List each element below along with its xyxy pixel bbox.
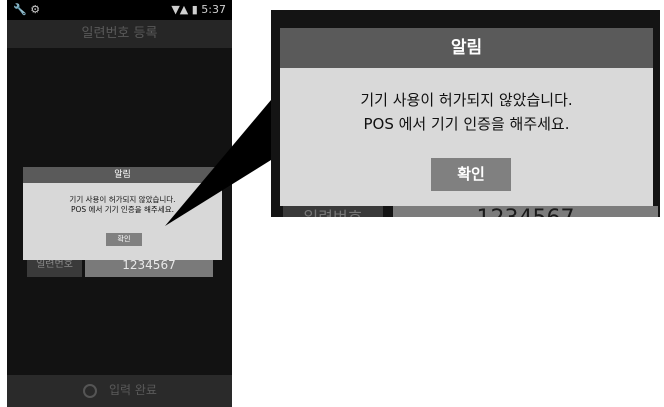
complete-input-button[interactable]: 입력 완료	[109, 381, 157, 398]
dialog-message-line1: 기기 사용이 허가되지 않았습니다.	[69, 195, 176, 204]
phone-screen: 🔧 ⚙ ▼▲ ▮ 5:37 일련번호 등록 일련번호 1234567 알림 기기…	[7, 0, 232, 407]
radio-icon[interactable]	[83, 384, 97, 398]
alert-dialog-large: 알림 기기 사용이 허가되지 않았습니다. POS 에서 기기 인증을 해주세요…	[280, 28, 653, 206]
dialog-title: 알림	[23, 167, 222, 183]
status-icons-left: 🔧 ⚙	[13, 3, 41, 16]
zoomed-confirm-button[interactable]: 확인	[431, 158, 511, 191]
alert-dialog-small: 알림 기기 사용이 허가되지 않았습니다. POS 에서 기기 인증을 해주세요…	[23, 167, 222, 260]
zoomed-dialog-message-line2: POS 에서 기기 인증을 해주세요.	[363, 115, 570, 133]
dialog-message: 기기 사용이 허가되지 않았습니다. POS 에서 기기 인증을 해주세요.	[23, 195, 222, 215]
zoomed-dialog-message-line1: 기기 사용이 허가되지 않았습니다.	[360, 91, 573, 109]
zoomed-dialog-message: 기기 사용이 허가되지 않았습니다. POS 에서 기기 인증을 해주세요.	[280, 88, 653, 136]
signal-battery-icons: ▼▲ ▮	[171, 3, 198, 16]
confirm-button[interactable]: 확인	[106, 233, 142, 246]
status-bar: 🔧 ⚙ ▼▲ ▮ 5:37	[7, 0, 232, 20]
dialog-message-line2: POS 에서 기기 인증을 해주세요.	[70, 205, 174, 214]
zoomed-dialog-view: 일련번호 1234567 알림 기기 사용이 허가되지 않았습니다. POS 에…	[271, 10, 660, 217]
zoomed-serial-label: 일련번호	[283, 206, 383, 217]
zoomed-serial-input: 1234567	[393, 206, 658, 217]
bottom-bar: 입력 완료	[7, 375, 232, 407]
status-time: ▼▲ ▮ 5:37	[171, 3, 226, 16]
clock: 5:37	[201, 3, 226, 16]
zoomed-dialog-title: 알림	[280, 28, 653, 68]
page-title: 일련번호 등록	[7, 20, 232, 48]
